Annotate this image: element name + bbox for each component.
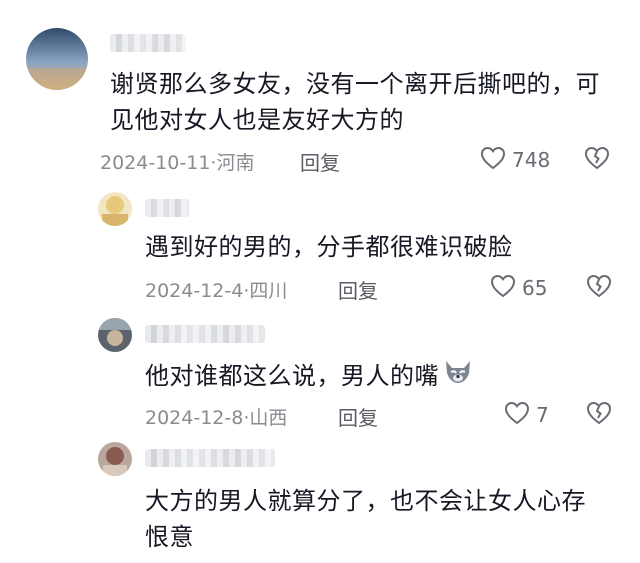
- comment-text: 谢贤那么多女友，没有一个离开后撕吧的，可见他对女人也是友好大方的: [110, 70, 600, 134]
- like-count: 65: [522, 276, 548, 300]
- like-button[interactable]: 65: [490, 274, 547, 302]
- heart-icon: [490, 274, 516, 302]
- broken-heart-icon: [586, 274, 612, 302]
- reply-button[interactable]: 回复: [338, 275, 378, 304]
- comment-item: 大方的男人就算分了，也不会让女人心存恨意: [0, 435, 640, 563]
- wolf-emoji-icon: [443, 359, 473, 395]
- username-blurred[interactable]: [145, 325, 265, 343]
- like-button[interactable]: 748: [480, 146, 550, 174]
- like-button[interactable]: 7: [504, 401, 549, 429]
- broken-heart-icon: [586, 401, 612, 429]
- comment-item: 谢贤那么多女友，没有一个离开后撕吧的，可见他对女人也是友好大方的 2024-10…: [0, 0, 640, 185]
- avatar[interactable]: [98, 192, 132, 226]
- avatar[interactable]: [98, 442, 132, 476]
- avatar[interactable]: [98, 318, 132, 352]
- like-count: 748: [512, 148, 551, 172]
- username-blurred[interactable]: [145, 449, 275, 467]
- like-count: 7: [536, 403, 549, 427]
- comment-text: 他对谁都这么说，男人的嘴: [145, 358, 605, 395]
- comment-date-location: 2024-12-4·四川: [145, 280, 288, 302]
- heart-icon: [504, 401, 530, 429]
- dislike-button[interactable]: [584, 146, 610, 174]
- username-blurred[interactable]: [110, 34, 186, 52]
- comment-date-location: 2024-12-8·山西: [145, 407, 288, 429]
- comment-text: 大方的男人就算分了，也不会让女人心存恨意: [145, 487, 586, 551]
- dislike-button[interactable]: [586, 401, 612, 429]
- comment-text-body: 他对谁都这么说，男人的嘴: [145, 362, 439, 390]
- comment-item: 他对谁都这么说，男人的嘴 2024-12-8·山西 回复 7: [0, 305, 640, 435]
- reply-button[interactable]: 回复: [338, 402, 378, 431]
- comment-text: 遇到好的男的，分手都很难识破脸: [145, 233, 513, 261]
- comment-item: 遇到好的男的，分手都很难识破脸 2024-12-4·四川 回复 65: [0, 185, 640, 305]
- username-blurred[interactable]: [145, 199, 189, 217]
- dislike-button[interactable]: [586, 274, 612, 302]
- avatar[interactable]: [26, 28, 88, 90]
- broken-heart-icon: [584, 146, 610, 174]
- comment-date-location: 2024-10-11·河南: [100, 152, 255, 174]
- reply-button[interactable]: 回复: [300, 147, 340, 176]
- heart-icon: [480, 146, 506, 174]
